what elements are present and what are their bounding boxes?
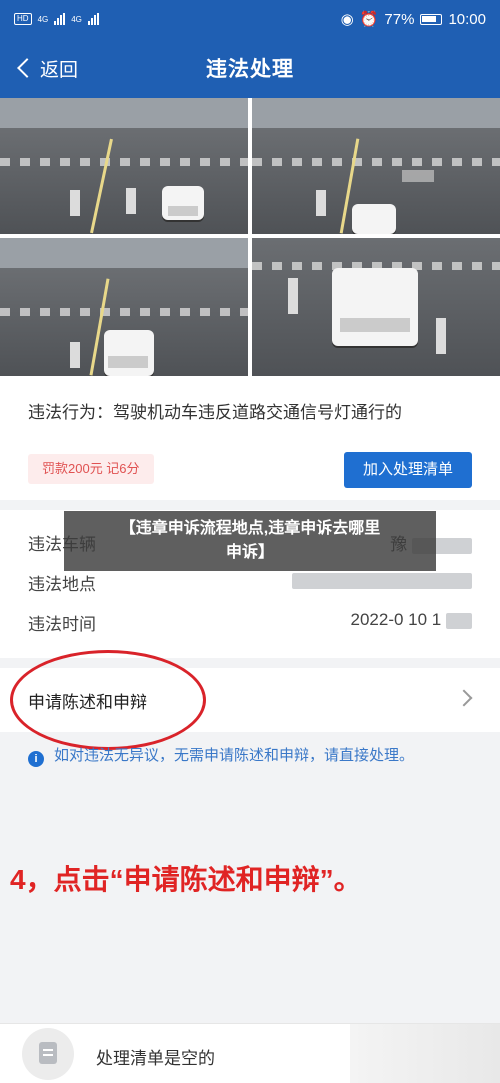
detail-row-time: 违法时间 2022-0 10 1 — [28, 610, 472, 640]
eye-icon: ◉ — [340, 11, 354, 28]
info-icon: i — [28, 751, 44, 767]
redacted-time — [446, 612, 472, 629]
detail-value-text: 2022-0 10 1 — [350, 610, 442, 629]
alarm-icon: ⏰ — [359, 11, 379, 28]
detail-value — [292, 570, 472, 590]
fine-badge: 罚款200元 记6分 — [28, 454, 154, 484]
signal-icon — [54, 13, 66, 25]
evidence-photo-3[interactable] — [0, 238, 248, 376]
evidence-photo-4[interactable] — [252, 238, 500, 376]
status-left: HD 4G 4G — [14, 13, 99, 25]
notice-text: 如对违法无异议，无需申请陈述和申辩，请直接处理。 — [54, 747, 415, 764]
hd-badge: HD — [14, 13, 32, 25]
detail-value: 2022-0 10 1 — [351, 610, 472, 630]
network-label: 4G — [37, 14, 49, 24]
detail-label: 违法地点 — [28, 575, 96, 594]
overlay-banner: 【违章申诉流程地点,违章申诉去哪里 申诉】 — [64, 511, 436, 571]
violation-card: 违法行为：驾驶机动车违反道路交通信号灯通行的 罚款200元 记6分 加入处理清单 — [0, 376, 500, 500]
empty-list-text: 处理清单是空的 — [96, 1049, 215, 1068]
status-bar: HD 4G 4G ◉ ⏰ 77% 10:00 — [0, 0, 500, 38]
highlight-ellipse — [10, 650, 206, 750]
signal-icon-2 — [87, 13, 99, 25]
page-title: 违法处理 — [206, 58, 294, 81]
clock: 10:00 — [448, 10, 486, 28]
detail-row-location: 违法地点 — [28, 570, 472, 600]
battery-percent: 77% — [384, 10, 415, 28]
add-to-list-button[interactable]: 加入处理清单 — [344, 452, 472, 488]
evidence-photo-2[interactable] — [252, 98, 500, 234]
document-icon — [39, 1042, 57, 1064]
bottom-action-button[interactable] — [350, 1024, 500, 1083]
back-label: 返回 — [40, 59, 79, 81]
chevron-right-icon — [455, 689, 473, 707]
evidence-photos — [0, 98, 500, 376]
bottom-bar: 处理清单是空的 — [0, 1023, 500, 1083]
detail-label: 违法时间 — [28, 615, 96, 634]
overlay-line-2: 申诉】 — [225, 544, 274, 561]
overlay-line-1: 【违章申诉流程地点,违章申诉去哪里 — [119, 520, 381, 537]
battery-icon — [420, 13, 443, 25]
notice: i 如对违法无异议，无需申请陈述和申辩，请直接处理。 — [28, 744, 468, 768]
evidence-photo-1[interactable] — [0, 98, 248, 234]
instruction-text: 4，点击“申请陈述和申辩”。 — [10, 864, 362, 895]
status-right: ◉ ⏰ 77% 10:00 — [340, 10, 486, 29]
list-icon[interactable] — [22, 1028, 74, 1080]
chevron-left-icon — [17, 58, 37, 78]
back-button[interactable]: 返回 — [14, 38, 78, 98]
nav-bar: 返回 违法处理 — [0, 38, 500, 98]
network-label-2: 4G — [71, 14, 82, 24]
redacted-location — [292, 572, 472, 589]
violation-behavior: 违法行为：驾驶机动车违反道路交通信号灯通行的 — [28, 403, 402, 422]
